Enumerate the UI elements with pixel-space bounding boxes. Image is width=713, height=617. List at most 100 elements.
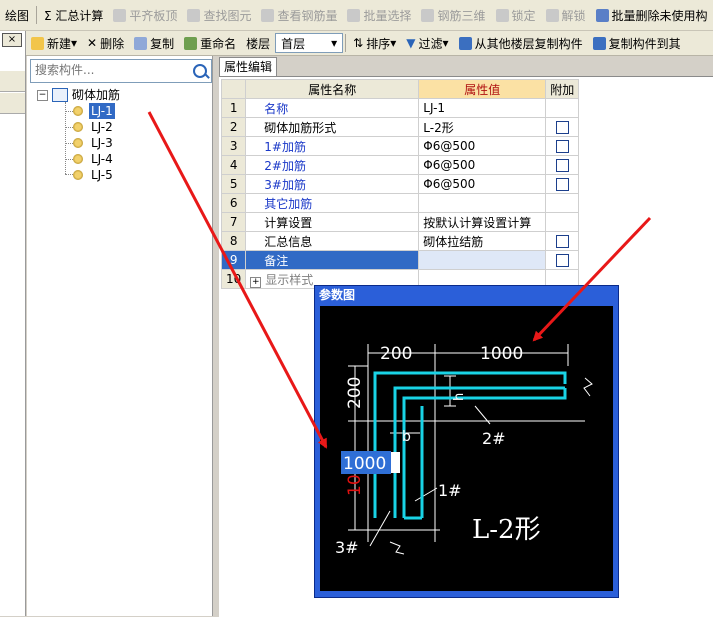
view-rebar-button[interactable]: 查看钢筋量 (256, 4, 342, 26)
chevron-down-icon: ▾ (442, 36, 449, 50)
property-row[interactable]: 8 汇总信息 砌体拉结筋 (220, 231, 580, 251)
tree-connector (65, 143, 73, 144)
parameter-diagram-window[interactable]: 参数图 200 1000 200 10 h b 2# 1# 3# L-2形 10… (314, 285, 619, 598)
property-name-label: 1#加筋 (264, 139, 306, 154)
extra-header: 附加 (545, 79, 580, 99)
b-label: b (402, 429, 411, 445)
search-box[interactable] (30, 59, 212, 83)
filter-icon: ▼ (406, 36, 416, 50)
tree-item[interactable]: LJ-4 (73, 151, 115, 167)
find-element-button[interactable]: 查找图元 (182, 4, 256, 26)
property-value[interactable]: LJ-1 (418, 98, 547, 118)
component-tree-panel: − 砌体加筋 LJ-1 LJ-2 LJ-3 LJ-4 LJ-5 (27, 56, 213, 616)
property-value[interactable] (418, 250, 547, 270)
copy-icon (134, 36, 148, 50)
extra-checkbox[interactable] (555, 159, 569, 172)
lock-button[interactable]: 锁定 (491, 4, 541, 26)
extra-checkbox[interactable] (555, 235, 569, 248)
unlock-button[interactable]: 解锁 (541, 4, 591, 26)
extra-checkbox[interactable] (555, 140, 569, 153)
dim-label-1000-top: 1000 (480, 344, 523, 364)
filter-button[interactable]: ▼ 过滤 ▾ (401, 32, 453, 54)
property-value[interactable]: Φ6@500 (418, 174, 547, 194)
property-name-label: 备注 (264, 253, 289, 268)
property-row[interactable]: 7 计算设置 按默认计算设置计算 (220, 212, 580, 232)
tab-property-edit[interactable]: 属性编辑 (219, 57, 277, 76)
property-row[interactable]: 4 2#加筋 Φ6@500 (220, 155, 580, 175)
collapse-icon[interactable]: − (37, 89, 48, 101)
sort-icon: ⇅ (353, 36, 364, 50)
property-name: 备注 (245, 250, 420, 270)
chevron-down-icon: ▾ (390, 36, 397, 50)
copy-from-floor-icon (458, 36, 472, 50)
copy-to-floor-icon (592, 36, 606, 50)
batch-select-button[interactable]: 批量选择 (342, 4, 416, 26)
property-value[interactable]: 按默认计算设置计算 (418, 212, 547, 232)
batch-delete-unused-button[interactable]: 批量删除未使用构 (591, 4, 713, 26)
toolbar-separator (36, 6, 38, 24)
delete-icon: ✕ (87, 36, 98, 50)
property-row[interactable]: 1 名称 LJ-1 (220, 98, 580, 118)
property-row[interactable]: 6 其它加筋 (220, 193, 580, 213)
batch-delete-icon (595, 8, 609, 22)
new-button[interactable]: 新建 ▾ (26, 32, 82, 54)
tree-root[interactable]: − 砌体加筋 (37, 87, 120, 103)
tree-item[interactable]: LJ-2 (73, 119, 115, 135)
property-row[interactable]: 2 砌体加筋形式 L-2形 (220, 117, 580, 137)
extra-checkbox[interactable] (555, 254, 569, 267)
bar-2-label: 2# (482, 429, 506, 448)
tree-item[interactable]: LJ-3 (73, 135, 115, 151)
property-value[interactable]: Φ6@500 (418, 155, 547, 175)
search-input[interactable] (31, 60, 189, 80)
property-value[interactable]: Φ6@500 (418, 136, 547, 156)
property-name: 汇总信息 (245, 231, 420, 251)
dim-label-10-left: 10 (345, 474, 365, 496)
tree-connector (65, 127, 73, 128)
rebar-3d-button[interactable]: 钢筋三维 (416, 4, 490, 26)
batch-select-icon (347, 8, 361, 22)
row-number: 8 (220, 231, 247, 251)
new-icon (31, 36, 44, 50)
property-name-label: 其它加筋 (264, 196, 313, 211)
expand-icon[interactable]: + (250, 276, 262, 288)
property-row[interactable]: 5 3#加筋 Φ6@500 (220, 174, 580, 194)
panel-splitter[interactable] (213, 56, 218, 616)
extra-checkbox[interactable] (555, 178, 569, 191)
summary-calc-button[interactable]: Σ 汇总计算 (39, 4, 108, 26)
draw-button[interactable]: 绘图 (0, 4, 34, 26)
tree-item[interactable]: LJ-5 (73, 167, 115, 183)
toolbar-separator (345, 34, 347, 52)
component-toolbar: 新建 ▾ ✕ 删除 复制 重命名 楼层 首层 ▾ ⇅ 排序 ▾ ▼ 过滤 ▾ 从其他楼层复制构… (26, 31, 713, 56)
row-number: 1 (220, 98, 247, 118)
left-dock-strip: × (0, 31, 26, 616)
property-value[interactable]: L-2形 (418, 117, 547, 137)
copy-to-floor-button[interactable]: 复制构件到其 (588, 32, 686, 54)
property-value[interactable] (418, 193, 547, 213)
close-icon[interactable]: × (2, 33, 22, 47)
rename-icon (184, 36, 198, 50)
property-name-label: 名称 (264, 101, 289, 116)
floor-select[interactable]: 首层 ▾ (275, 33, 344, 53)
copy-from-floor-button[interactable]: 从其他楼层复制构件 (454, 32, 588, 54)
copy-button[interactable]: 复制 (129, 32, 179, 54)
delete-button[interactable]: ✕ 删除 (82, 32, 129, 54)
tree-item[interactable]: LJ-1 (73, 103, 115, 119)
extra-cell (545, 250, 580, 270)
rename-button[interactable]: 重命名 (179, 32, 241, 54)
row-number: 3 (220, 136, 247, 156)
dimension-edit-input[interactable]: 1000 (343, 454, 386, 474)
property-value[interactable]: 砌体拉结筋 (418, 231, 547, 251)
property-name: 1#加筋 (245, 136, 420, 156)
search-icon[interactable] (193, 64, 207, 78)
break-mark (583, 377, 593, 397)
extra-checkbox[interactable] (555, 121, 569, 134)
property-row[interactable]: 3 1#加筋 Φ6@500 (220, 136, 580, 156)
align-slab-top-button[interactable]: 平齐板顶 (108, 4, 182, 26)
row-number: 7 (220, 212, 247, 232)
dock-band (0, 71, 25, 92)
grid-header: 属性名称 属性值 附加 (220, 79, 580, 99)
property-name: 名称 (245, 98, 420, 118)
sort-button[interactable]: ⇅ 排序 ▾ (348, 32, 401, 54)
property-row[interactable]: 9 备注 (220, 250, 580, 270)
name-header: 属性名称 (245, 79, 420, 99)
